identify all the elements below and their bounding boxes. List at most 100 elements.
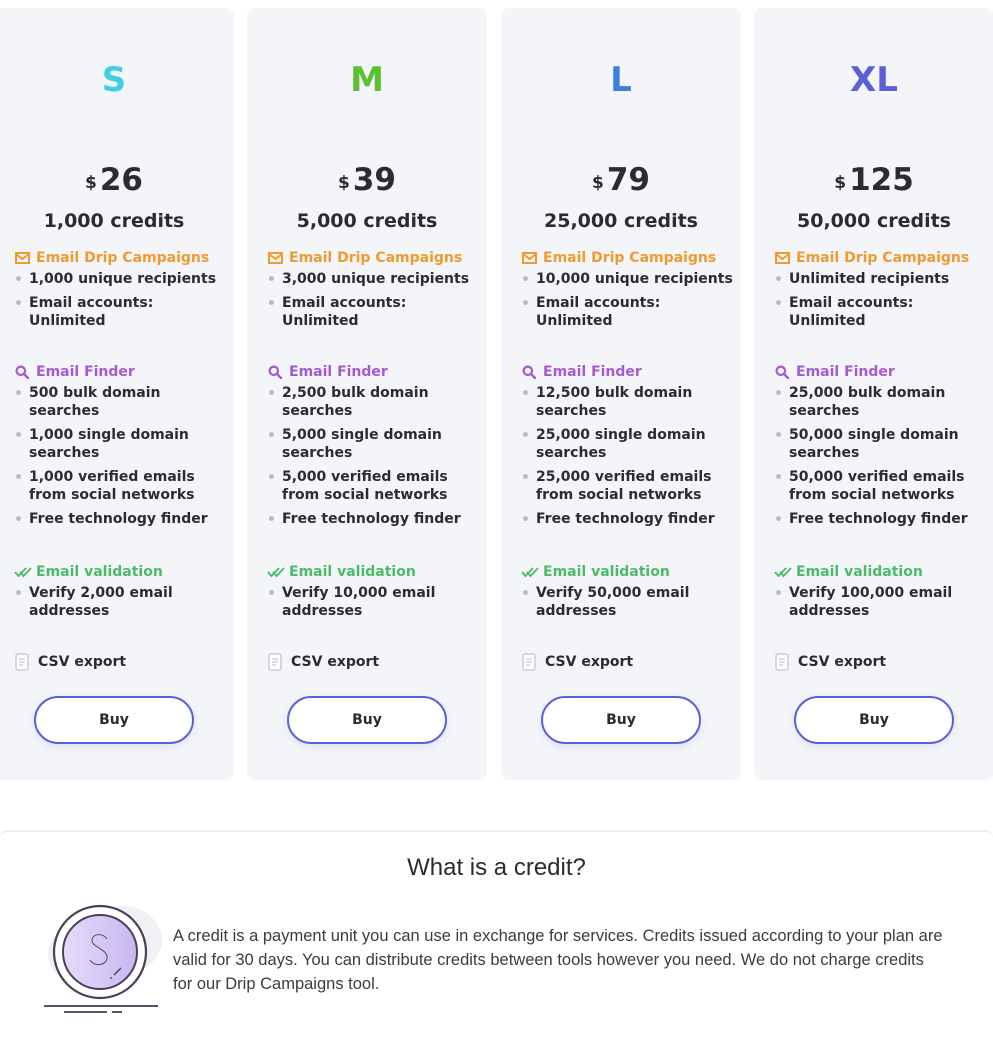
currency-symbol: $ — [338, 173, 350, 193]
list-item: 3,000 unique recipients — [267, 270, 481, 288]
drip-campaigns-list: 3,000 unique recipients Email accounts: … — [267, 270, 481, 336]
envelope-icon — [521, 250, 537, 266]
list-item: 5,000 single domain searches — [267, 426, 481, 462]
price-value: 39 — [352, 162, 396, 198]
list-item: Email accounts: Unlimited — [14, 294, 228, 330]
buy-button[interactable]: Buy — [34, 696, 194, 744]
drip-campaigns-list: 10,000 unique recipients Email accounts:… — [521, 270, 735, 336]
drip-campaigns-list: Unlimited recipients Email accounts: Unl… — [774, 270, 988, 336]
document-icon — [521, 653, 537, 671]
email-finder-list: 25,000 bulk domain searches 50,000 singl… — [774, 384, 988, 534]
list-item: 12,500 bulk domain searches — [521, 384, 735, 420]
csv-export-feature: CSV export — [14, 652, 126, 672]
list-item: 500 bulk domain searches — [14, 384, 228, 420]
envelope-icon — [267, 250, 283, 266]
list-item: 50,000 verified emails from social netwo… — [774, 468, 988, 504]
list-item: Email accounts: Unlimited — [267, 294, 481, 330]
email-finder-title: Email Finder — [796, 364, 895, 380]
plan-card-xl: XL $125 50,000 credits Email Drip Campai… — [754, 8, 993, 780]
buy-button[interactable]: Buy — [287, 696, 447, 744]
csv-export-label: CSV export — [545, 654, 634, 670]
plan-credits: 5,000 credits — [296, 210, 438, 232]
drip-campaigns-title: Email Drip Campaigns — [36, 250, 210, 266]
plan-credits: 50,000 credits — [797, 210, 951, 232]
email-finder-heading: Email Finder — [521, 362, 642, 382]
list-item: Free technology finder — [267, 510, 481, 528]
price-value: 79 — [606, 162, 650, 198]
email-finder-title: Email Finder — [36, 364, 135, 380]
csv-export-feature: CSV export — [774, 652, 886, 672]
list-item: 50,000 single domain searches — [774, 426, 988, 462]
csv-export-label: CSV export — [38, 654, 127, 670]
document-icon — [267, 653, 283, 671]
drip-campaigns-heading: Email Drip Campaigns — [774, 248, 969, 268]
double-check-icon — [774, 564, 794, 580]
email-validation-list: Verify 50,000 email addresses — [521, 584, 735, 626]
plan-price: $125 — [754, 162, 993, 198]
drip-campaigns-heading: Email Drip Campaigns — [267, 248, 462, 268]
list-item: 2,500 bulk domain searches — [267, 384, 481, 420]
list-item: Free technology finder — [521, 510, 735, 528]
envelope-icon — [14, 250, 30, 266]
list-item: 5,000 verified emails from social networ… — [267, 468, 481, 504]
list-item: Unlimited recipients — [774, 270, 988, 288]
email-validation-list: Verify 10,000 email addresses — [267, 584, 481, 626]
plan-name: L — [610, 60, 632, 100]
double-check-icon — [14, 564, 34, 580]
list-item: 25,000 bulk domain searches — [774, 384, 988, 420]
email-validation-list: Verify 100,000 email addresses — [774, 584, 988, 626]
plan-name: S — [101, 60, 127, 100]
list-item: 10,000 unique recipients — [521, 270, 735, 288]
list-item: Free technology finder — [14, 510, 228, 528]
list-item: Verify 100,000 email addresses — [774, 584, 988, 620]
list-item: Free technology finder — [774, 510, 988, 528]
email-validation-title: Email validation — [543, 564, 670, 580]
coin-icon — [40, 902, 168, 1017]
search-icon — [521, 364, 537, 380]
email-finder-heading: Email Finder — [14, 362, 135, 382]
email-validation-list: Verify 2,000 email addresses — [14, 584, 228, 626]
email-validation-heading: Email validation — [267, 562, 416, 582]
document-icon — [14, 653, 30, 671]
list-item: 1,000 single domain searches — [14, 426, 228, 462]
double-check-icon — [267, 564, 287, 580]
csv-export-label: CSV export — [291, 654, 380, 670]
csv-export-label: CSV export — [798, 654, 887, 670]
plan-card-l: L $79 25,000 credits Email Drip Campaign… — [501, 8, 741, 780]
plan-price: $79 — [501, 162, 741, 198]
email-validation-title: Email validation — [796, 564, 923, 580]
drip-campaigns-heading: Email Drip Campaigns — [521, 248, 716, 268]
drip-campaigns-title: Email Drip Campaigns — [543, 250, 717, 266]
list-item: 25,000 verified emails from social netwo… — [521, 468, 735, 504]
plan-price: $39 — [247, 162, 487, 198]
buy-button[interactable]: Buy — [541, 696, 701, 744]
email-validation-title: Email validation — [289, 564, 416, 580]
plan-name: XL — [850, 60, 898, 100]
document-icon — [774, 653, 790, 671]
drip-campaigns-list: 1,000 unique recipients Email accounts: … — [14, 270, 228, 336]
credit-info-text: A credit is a payment unit you can use i… — [173, 927, 943, 993]
plan-name: M — [350, 60, 384, 100]
email-finder-title: Email Finder — [289, 364, 388, 380]
price-value: 125 — [849, 162, 914, 198]
currency-symbol: $ — [592, 173, 604, 193]
list-item: 25,000 single domain searches — [521, 426, 735, 462]
pricing-plans: S $26 1,000 credits Email Drip Campaigns… — [0, 8, 993, 780]
plan-card-m: M $39 5,000 credits Email Drip Campaigns… — [247, 8, 487, 780]
buy-button[interactable]: Buy — [794, 696, 954, 744]
credit-info-title: What is a credit? — [407, 854, 586, 881]
drip-campaigns-heading: Email Drip Campaigns — [14, 248, 209, 268]
csv-export-feature: CSV export — [521, 652, 633, 672]
price-value: 26 — [99, 162, 143, 198]
drip-campaigns-title: Email Drip Campaigns — [289, 250, 463, 266]
drip-campaigns-title: Email Drip Campaigns — [796, 250, 970, 266]
email-finder-list: 2,500 bulk domain searches 5,000 single … — [267, 384, 481, 534]
search-icon — [267, 364, 283, 380]
list-item: Verify 50,000 email addresses — [521, 584, 735, 620]
plan-card-s: S $26 1,000 credits Email Drip Campaigns… — [0, 8, 234, 780]
list-item: Verify 10,000 email addresses — [267, 584, 481, 620]
email-finder-heading: Email Finder — [267, 362, 388, 382]
email-validation-heading: Email validation — [521, 562, 670, 582]
email-validation-heading: Email validation — [14, 562, 163, 582]
email-validation-title: Email validation — [36, 564, 163, 580]
